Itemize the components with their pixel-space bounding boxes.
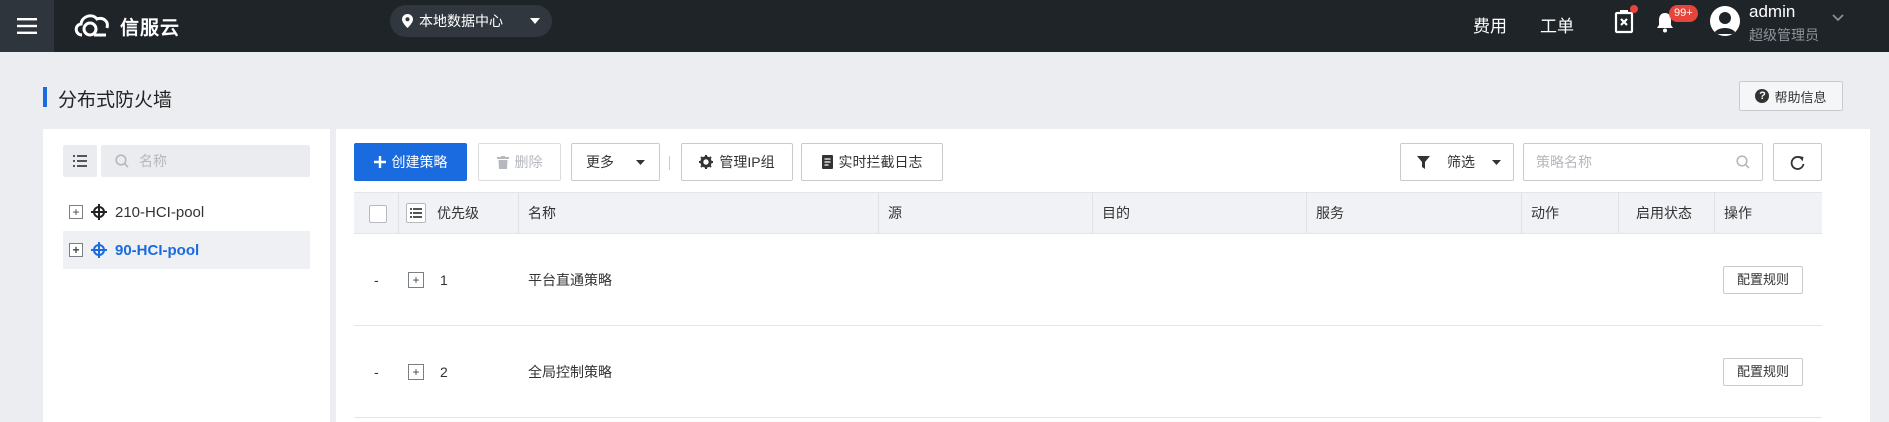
column-header-service[interactable]: 服务 bbox=[1316, 193, 1344, 233]
column-divider bbox=[878, 193, 879, 233]
brand-logo[interactable]: 信服云 bbox=[72, 8, 180, 44]
resource-tree-panel: 名称 + 210-HCI-pool + 90-HCI-pool bbox=[43, 129, 330, 422]
toolbar-divider bbox=[669, 156, 670, 170]
list-tree-icon bbox=[410, 208, 422, 218]
manage-ip-group-button[interactable]: 管理IP组 bbox=[681, 143, 793, 181]
task-clipboard-icon[interactable] bbox=[1612, 10, 1636, 34]
chevron-down-icon[interactable] bbox=[1832, 14, 1844, 22]
table-row[interactable]: - + 1 平台直通策略 配置规则 bbox=[354, 234, 1822, 326]
row-priority: 1 bbox=[440, 272, 448, 288]
cluster-pool-icon bbox=[91, 204, 107, 220]
row-name: 平台直通策略 bbox=[528, 272, 612, 288]
tree-item-210-hci-pool[interactable]: + 210-HCI-pool bbox=[63, 193, 310, 231]
column-header-priority[interactable]: 优先级 bbox=[437, 193, 479, 233]
gear-icon bbox=[699, 155, 714, 169]
ticket-link[interactable]: 工单 bbox=[1540, 12, 1574, 37]
column-header-operations: 操作 bbox=[1724, 205, 1752, 221]
expand-icon[interactable]: + bbox=[69, 243, 83, 257]
refresh-icon bbox=[1790, 155, 1805, 170]
datacenter-select[interactable]: 本地数据中心 bbox=[390, 5, 552, 37]
cloud-logo-icon bbox=[74, 14, 109, 37]
fee-link[interactable]: 费用 bbox=[1473, 12, 1507, 37]
user-avatar[interactable] bbox=[1710, 6, 1740, 36]
column-divider bbox=[1521, 193, 1522, 233]
help-label: 帮助信息 bbox=[1774, 89, 1827, 105]
list-tree-icon bbox=[73, 155, 87, 167]
column-divider bbox=[518, 193, 519, 233]
more-dropdown[interactable]: 更多 bbox=[571, 143, 660, 181]
delete-button[interactable]: 删除 bbox=[478, 143, 561, 181]
column-settings-button[interactable] bbox=[406, 203, 426, 223]
refresh-button[interactable] bbox=[1773, 143, 1822, 181]
help-button[interactable]: ? 帮助信息 bbox=[1739, 81, 1843, 111]
filter-dropdown[interactable]: 筛选 bbox=[1400, 143, 1514, 181]
configure-rules-button[interactable]: 配置规则 bbox=[1723, 358, 1803, 386]
column-divider bbox=[1306, 193, 1307, 233]
filter-label: 筛选 bbox=[1447, 154, 1475, 170]
search-icon[interactable] bbox=[1736, 155, 1750, 169]
tree-item-label: 210-HCI-pool bbox=[115, 203, 205, 221]
expand-row-icon[interactable]: + bbox=[408, 364, 424, 380]
realtime-block-log-button[interactable]: 实时拦截日志 bbox=[801, 143, 943, 181]
filter-funnel-icon bbox=[1417, 155, 1430, 169]
column-header-name[interactable]: 名称 bbox=[528, 193, 556, 233]
trash-icon bbox=[496, 155, 509, 169]
row-name: 全局控制策略 bbox=[528, 364, 612, 380]
column-header-action[interactable]: 动作 bbox=[1531, 193, 1559, 233]
brand-name: 信服云 bbox=[120, 17, 181, 39]
row-dash: - bbox=[374, 364, 379, 380]
task-alert-dot bbox=[1630, 5, 1638, 13]
row-dash: - bbox=[374, 272, 379, 288]
create-policy-label: 创建策略 bbox=[391, 154, 448, 170]
column-divider bbox=[398, 193, 399, 233]
user-role: 超级管理员 bbox=[1749, 27, 1819, 43]
table-row[interactable]: - + 2 全局控制策略 配置规则 bbox=[354, 326, 1822, 418]
create-policy-button[interactable]: 创建策略 bbox=[354, 143, 467, 181]
search-icon bbox=[115, 154, 129, 168]
expand-row-icon[interactable]: + bbox=[408, 272, 424, 288]
document-icon bbox=[821, 155, 833, 169]
column-header-enable-status[interactable]: 启用状态 bbox=[1636, 193, 1692, 233]
policy-search-placeholder: 策略名称 bbox=[1536, 154, 1592, 170]
more-label: 更多 bbox=[586, 154, 614, 170]
page-title: 分布式防火墙 bbox=[58, 90, 173, 111]
tree-item-label: 90-HCI-pool bbox=[115, 241, 200, 259]
column-header-destination[interactable]: 目的 bbox=[1102, 193, 1130, 233]
tree-item-90-hci-pool[interactable]: + 90-HCI-pool bbox=[63, 231, 310, 269]
title-accent-bar bbox=[43, 87, 47, 107]
tree-view-toggle[interactable] bbox=[63, 145, 97, 177]
location-pin-icon bbox=[402, 14, 413, 28]
user-name[interactable]: admin bbox=[1749, 2, 1795, 22]
column-divider bbox=[1618, 193, 1619, 233]
datacenter-label: 本地数据中心 bbox=[419, 13, 503, 29]
column-divider bbox=[1092, 193, 1093, 233]
delete-label: 删除 bbox=[514, 154, 543, 170]
select-all-checkbox[interactable] bbox=[369, 205, 387, 223]
caret-down-icon bbox=[530, 18, 540, 24]
question-icon: ? bbox=[1755, 89, 1770, 103]
caret-down-icon bbox=[636, 159, 645, 165]
cluster-pool-icon bbox=[91, 242, 107, 258]
hamburger-menu-button[interactable] bbox=[0, 0, 54, 52]
realtime-block-log-label: 实时拦截日志 bbox=[838, 154, 923, 170]
row-priority: 2 bbox=[440, 364, 448, 380]
policy-search-input[interactable]: 策略名称 bbox=[1523, 143, 1763, 181]
tree-search-placeholder: 名称 bbox=[139, 153, 167, 169]
policy-panel: 创建策略 删除 更多 管理IP组 实时拦截日志 筛选 策略名称 优先级 名称 源… bbox=[336, 129, 1870, 422]
caret-down-icon bbox=[1492, 159, 1501, 165]
table-header: 优先级 名称 源 目的 服务 动作 启用状态 操作 bbox=[354, 192, 1822, 234]
user-icon bbox=[1714, 12, 1736, 34]
notification-badge: 99+ bbox=[1669, 5, 1698, 22]
tree-search-input[interactable]: 名称 bbox=[101, 145, 310, 177]
menu-icon bbox=[17, 18, 37, 34]
configure-rules-button[interactable]: 配置规则 bbox=[1723, 266, 1803, 294]
manage-ip-group-label: 管理IP组 bbox=[719, 154, 775, 170]
plus-icon bbox=[373, 156, 386, 168]
column-divider bbox=[1714, 193, 1715, 233]
expand-icon[interactable]: + bbox=[69, 205, 83, 219]
column-header-source[interactable]: 源 bbox=[888, 193, 902, 233]
top-navigation-bar: 信服云 本地数据中心 费用 工单 99+ admin 超级管理员 bbox=[0, 0, 1889, 52]
